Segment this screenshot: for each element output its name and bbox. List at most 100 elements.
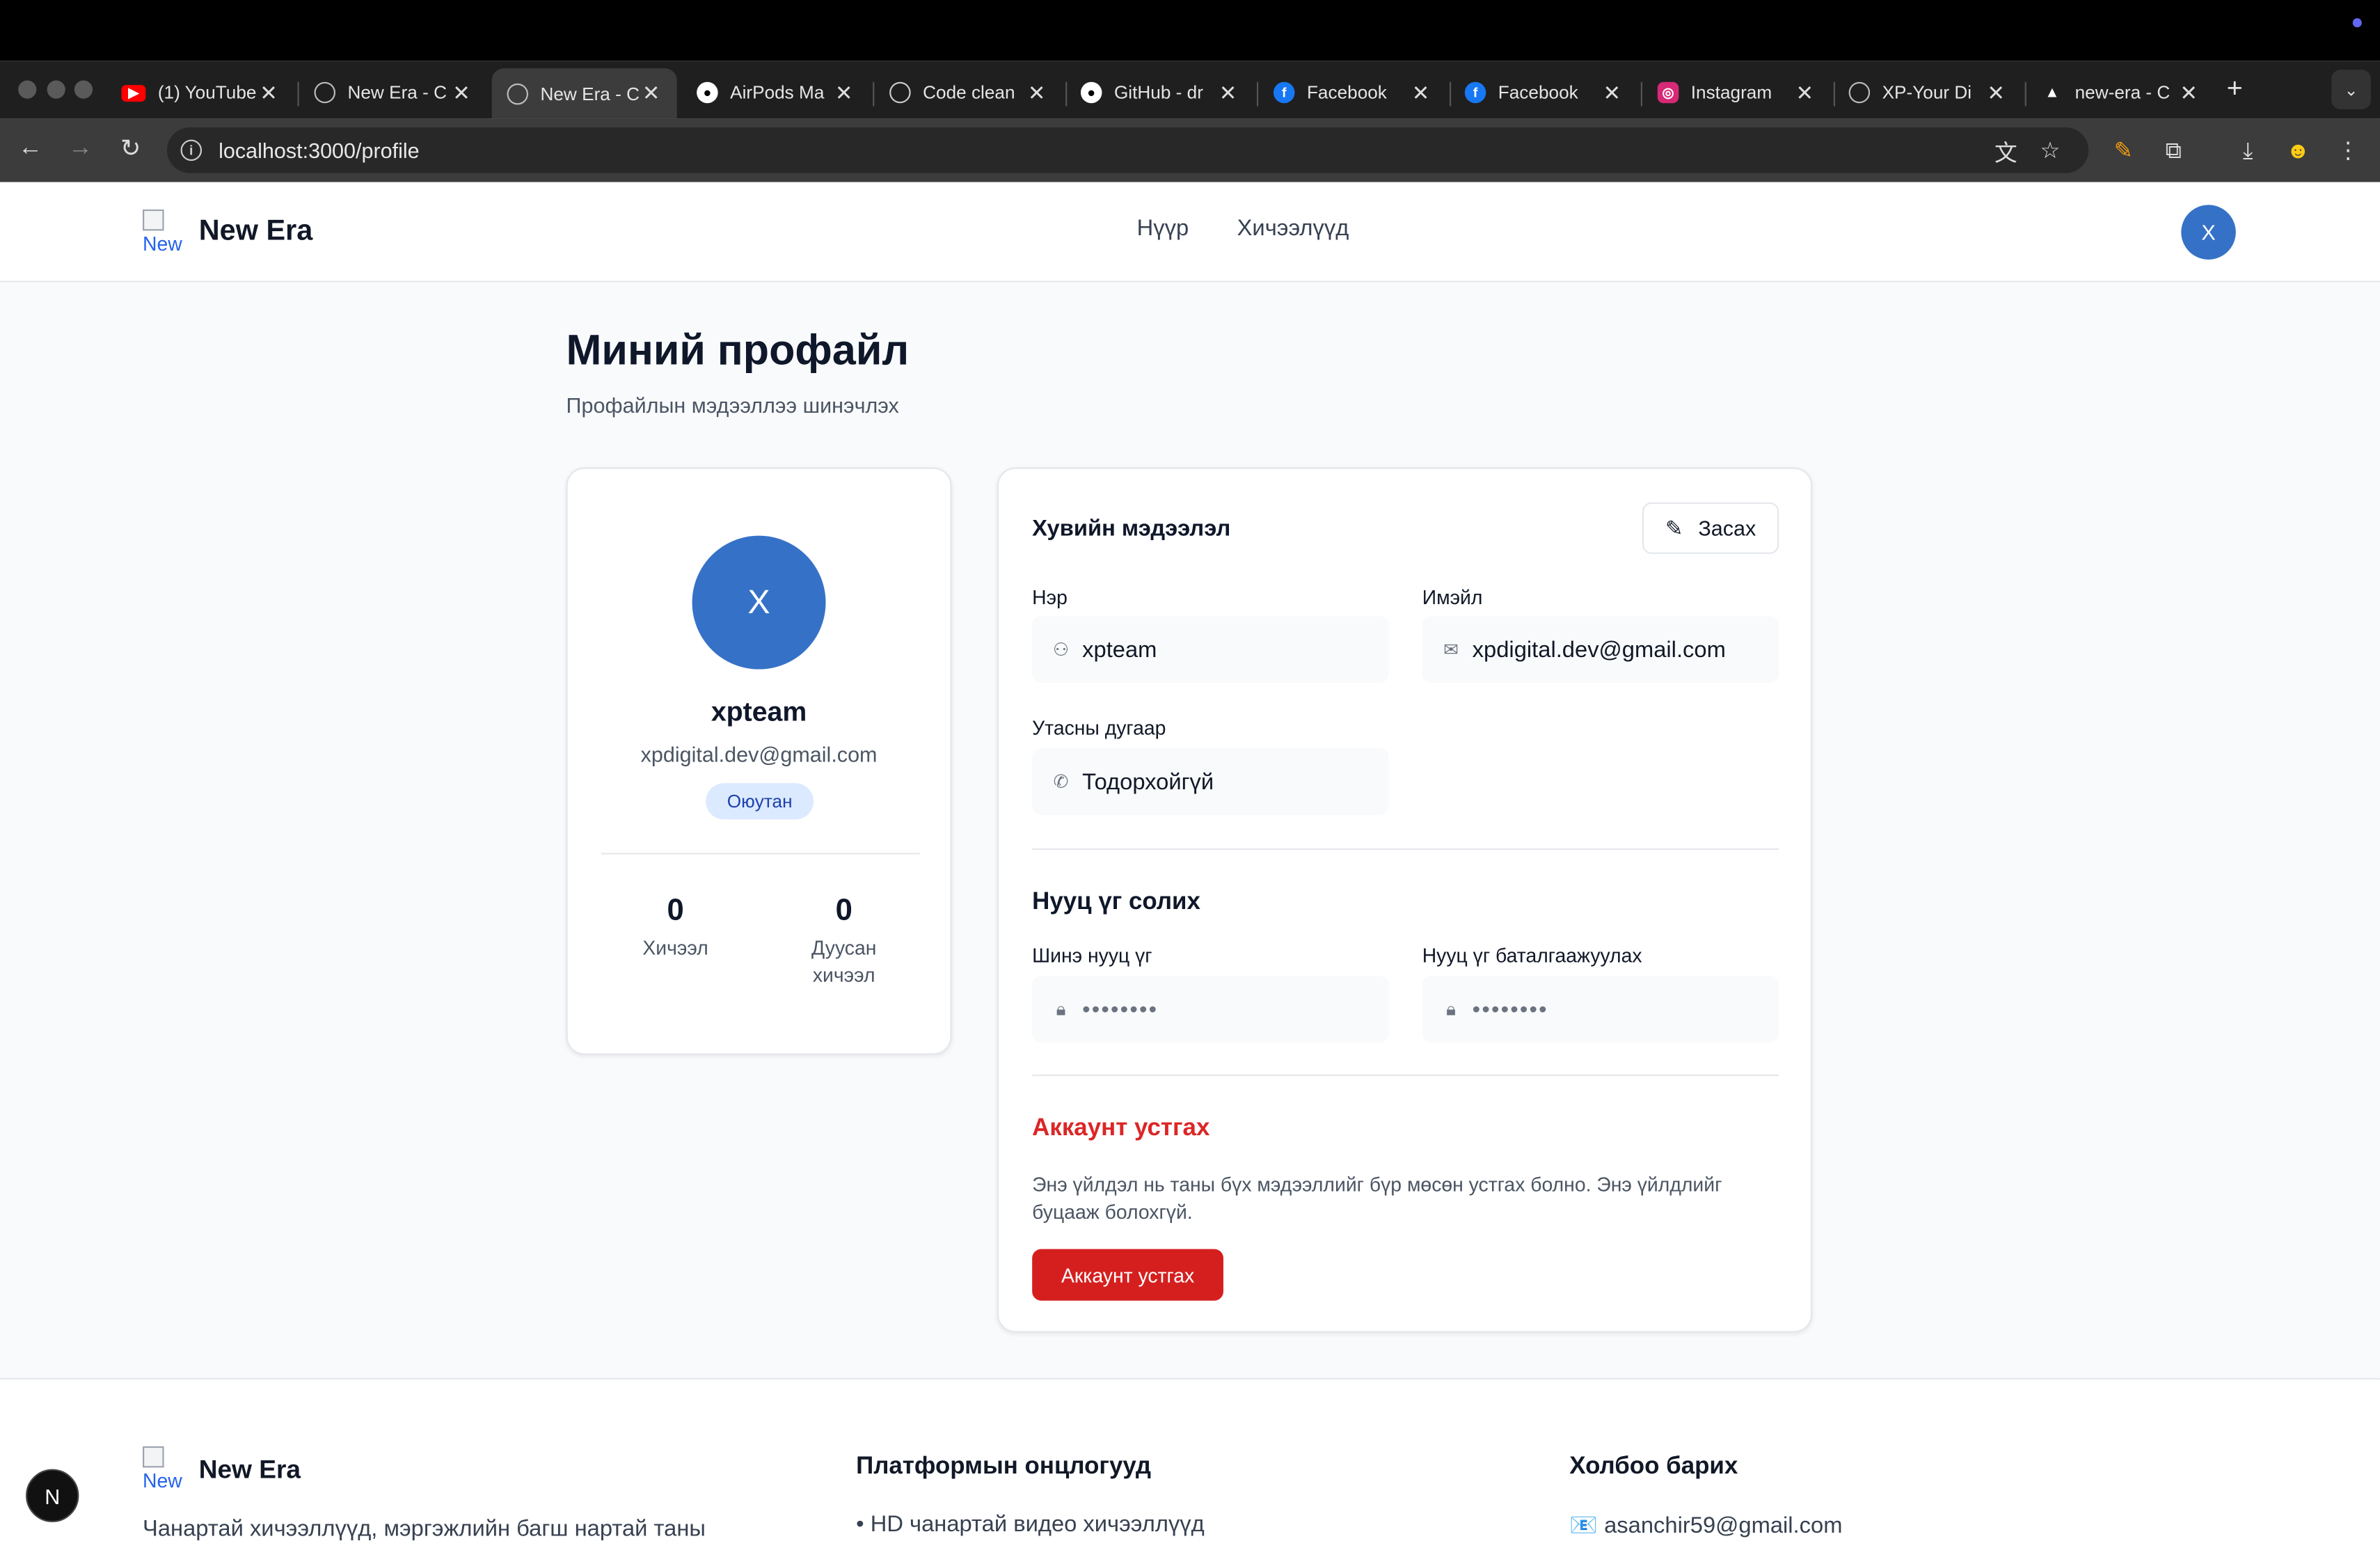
phone-field[interactable]: ✆ Тодорхойгүй — [1032, 748, 1389, 815]
browser-tab[interactable]: New Era - C ✕ — [299, 70, 487, 115]
stat-completed-value: 0 — [835, 894, 852, 928]
lock-icon: 🔒︎ — [1446, 997, 1457, 1020]
nav-link-courses[interactable]: Хичээлүүд — [1237, 216, 1349, 242]
browser-toolbar: ← → ↻ i localhost:3000/profile 文 ☆ ✎ ⧉ ⤓… — [0, 118, 2380, 182]
close-window-button[interactable] — [18, 80, 37, 99]
github-icon: ● — [1080, 81, 1102, 104]
browser-tab[interactable]: ◎ Instagram ✕ — [1642, 70, 1830, 115]
profile-summary-card: X xpteam xpdigital.dev@gmail.com Оюутан … — [566, 467, 952, 1055]
facebook-icon: f — [1273, 81, 1295, 104]
footer-feature-item: • HD чанартай видео хичээллүүд — [856, 1511, 1205, 1538]
edit-button[interactable]: ✎ Засах — [1642, 502, 1779, 554]
footer-features-title: Платформын онцлогууд — [856, 1453, 1152, 1480]
name-field[interactable]: ⚇ xpteam — [1032, 616, 1389, 684]
browser-tab[interactable]: f Facebook ✕ — [1258, 70, 1446, 115]
translate-icon[interactable]: 文 — [1994, 136, 2017, 168]
stat-courses-label: Хичээл — [642, 936, 708, 960]
download-icon[interactable]: ⤓ — [2231, 134, 2264, 167]
confirm-password-input[interactable]: 🔒︎ •••••••• — [1422, 975, 1779, 1043]
site-info-icon[interactable]: i — [180, 139, 203, 161]
tab-close-icon[interactable]: ✕ — [640, 81, 662, 106]
profile-email: xpdigital.dev@gmail.com — [640, 742, 878, 767]
user-avatar-button[interactable]: X — [2181, 205, 2236, 260]
maximize-window-button[interactable] — [74, 80, 93, 99]
mail-icon: ✉ — [1443, 638, 1459, 661]
reload-icon[interactable]: ↻ — [114, 132, 148, 166]
browser-tab[interactable]: ▶ (1) YouTube ✕ — [106, 70, 294, 115]
tab-close-icon[interactable]: ✕ — [833, 79, 855, 105]
phone-label: Утасны дугаар — [1032, 716, 1166, 739]
tab-close-icon[interactable]: ✕ — [1410, 79, 1431, 105]
brand-name[interactable]: New Era — [199, 216, 313, 249]
site-header: New New Era Нүүр Хичээлүүд X — [0, 182, 2380, 283]
new-tab-plus-icon[interactable]: + — [2227, 73, 2243, 105]
page-title: Миний профайл — [566, 326, 910, 374]
tab-search-chevron-icon[interactable]: ⌄ — [2331, 70, 2371, 109]
pen-extension-icon[interactable]: ✎ — [2107, 134, 2140, 167]
new-password-label: Шинэ нууц үг — [1032, 944, 1152, 967]
footer-contact-title: Холбоо барих — [1569, 1453, 1738, 1480]
nav-link-home[interactable]: Нүүр — [1137, 216, 1189, 242]
tab-close-icon[interactable]: ✕ — [1794, 79, 1816, 105]
globe-icon — [507, 82, 529, 104]
profile-icon[interactable]: ☻ — [2281, 134, 2315, 167]
vercel-icon: ▲ — [2045, 84, 2060, 101]
logo-broken-image[interactable]: New — [143, 209, 188, 255]
globe-icon — [314, 81, 336, 104]
footer-contact-email[interactable]: 📧 asanchir59@gmail.com — [1569, 1512, 1842, 1539]
extensions-puzzle-icon[interactable]: ⧉ — [2157, 134, 2190, 167]
bookmark-star-icon[interactable]: ☆ — [2040, 136, 2060, 164]
name-value: xpteam — [1082, 636, 1157, 663]
tab-close-icon[interactable]: ✕ — [1601, 79, 1623, 105]
tab-strip: ▶ (1) YouTube ✕ New Era - C ✕ New Era - … — [0, 61, 2380, 119]
email-label: Имэйл — [1422, 585, 1483, 609]
youtube-icon: ▶ — [121, 84, 146, 101]
tab-close-icon[interactable]: ✕ — [1217, 79, 1239, 105]
profile-avatar: X — [692, 535, 826, 670]
tab-close-icon[interactable]: ✕ — [1026, 79, 1047, 105]
confirm-password-masked: •••••••• — [1472, 996, 1548, 1022]
divider — [1032, 1074, 1779, 1076]
address-bar[interactable]: i localhost:3000/profile 文 ☆ — [166, 127, 2089, 173]
nextjs-dev-indicator-icon[interactable]: N — [26, 1469, 79, 1522]
tab-close-icon[interactable]: ✕ — [451, 79, 473, 105]
role-badge: Оюутан — [706, 783, 814, 820]
browser-tab-active[interactable]: New Era - C ✕ — [491, 68, 677, 119]
tab-title: New Era - C — [347, 81, 447, 104]
email-value: xpdigital.dev@gmail.com — [1472, 636, 1726, 663]
browser-tab[interactable]: f Facebook ✕ — [1450, 70, 1637, 115]
confirm-password-label: Нууц үг баталгаажуулах — [1422, 944, 1642, 967]
openai-icon — [889, 81, 911, 104]
delete-account-button[interactable]: Аккаунт устгах — [1032, 1249, 1223, 1301]
forward-arrow-icon[interactable]: → — [64, 132, 97, 166]
footer-logo-broken-image: New — [143, 1446, 188, 1492]
more-menu-icon[interactable]: ⋮ — [2331, 134, 2365, 167]
tab-title: (1) YouTube — [157, 81, 257, 104]
browser-tab[interactable]: XP-Your Di ✕ — [1834, 70, 2022, 115]
recording-indicator-icon — [2352, 18, 2362, 28]
tab-title: XP-Your Di — [1882, 81, 1972, 104]
profile-name: xpteam — [711, 696, 807, 727]
browser-tab[interactable]: ● AirPods Ma ✕ — [681, 70, 869, 115]
phone-value: Тодорхойгүй — [1082, 768, 1214, 795]
email-field[interactable]: ✉ xpdigital.dev@gmail.com — [1422, 616, 1779, 684]
url-text[interactable]: localhost:3000/profile — [219, 138, 420, 162]
site-footer: New New Era Чанартай хичээллүүд, мэргэжл… — [0, 1377, 2380, 1548]
browser-tab[interactable]: ● GitHub - dr ✕ — [1065, 70, 1253, 115]
phone-icon: ✆ — [1053, 771, 1069, 793]
tab-close-icon[interactable]: ✕ — [2178, 79, 2200, 105]
os-menu-bar — [0, 0, 2380, 61]
name-label: Нэр — [1032, 585, 1068, 609]
tab-close-icon[interactable]: ✕ — [258, 79, 280, 105]
lock-icon: 🔒︎ — [1056, 997, 1066, 1020]
minimize-window-button[interactable] — [47, 80, 65, 99]
tab-title: Facebook — [1498, 81, 1578, 104]
tab-close-icon[interactable]: ✕ — [1985, 79, 2007, 105]
tab-title: New Era - C — [540, 82, 640, 104]
facebook-icon: f — [1464, 81, 1486, 104]
browser-tab[interactable]: Code clean ✕ — [874, 70, 1062, 115]
browser-tab[interactable]: ▲ new-era - C ✕ — [2026, 70, 2214, 115]
back-arrow-icon[interactable]: ← — [14, 132, 47, 166]
new-password-input[interactable]: 🔒︎ •••••••• — [1032, 975, 1389, 1043]
stat-completed-label: Дуусан хичээл — [811, 936, 877, 987]
